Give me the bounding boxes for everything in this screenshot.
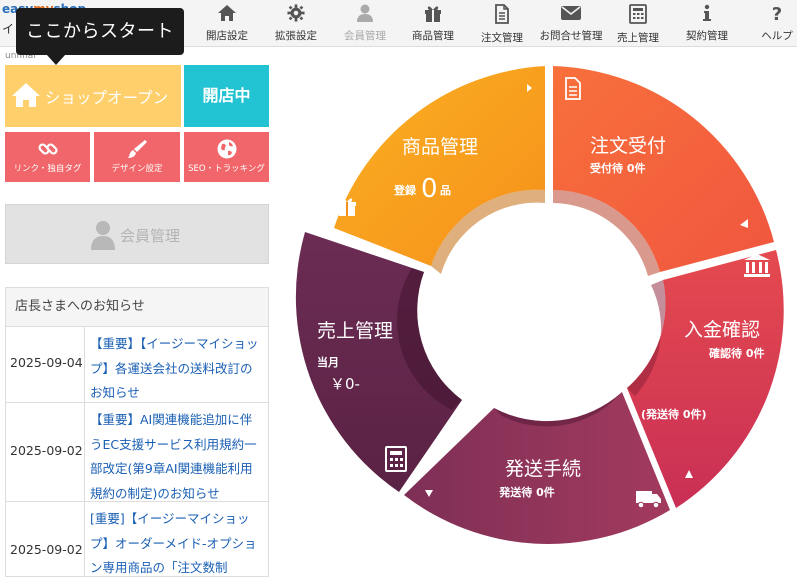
product-title: 商品管理 (402, 136, 478, 158)
order-sub: 受付待 0件 (590, 161, 645, 175)
payment-title: 入金確認 (684, 319, 760, 341)
sales-amount: ￥0- (330, 375, 360, 393)
order-title: 注文受付 (590, 135, 666, 157)
shipping-sub: 発送待 0件 (498, 485, 554, 499)
sales-management-segment[interactable]: 売上管理 当月 ￥0- (295, 232, 462, 492)
payment-sub: 確認待 0件 (709, 346, 764, 360)
sales-month-label: 当月 (317, 355, 339, 369)
product-unit: 品 (440, 184, 451, 197)
shipping-title: 発送手続 (505, 458, 581, 480)
product-management-segment[interactable]: 商品管理 登録 0 品 (334, 66, 545, 274)
product-sub-label: 登録 (393, 183, 417, 197)
sales-title: 売上管理 (317, 320, 393, 342)
order-received-segment[interactable]: 注文受付 受付待 0件 (553, 66, 774, 276)
workflow-wheel: 商品管理 登録 0 品 注文受付 受付待 0件 入金確認 確認待 0件 (発送待… (295, 66, 784, 544)
payment-extra: (発送待 0件) (641, 407, 707, 421)
product-count: 0 (421, 174, 438, 204)
